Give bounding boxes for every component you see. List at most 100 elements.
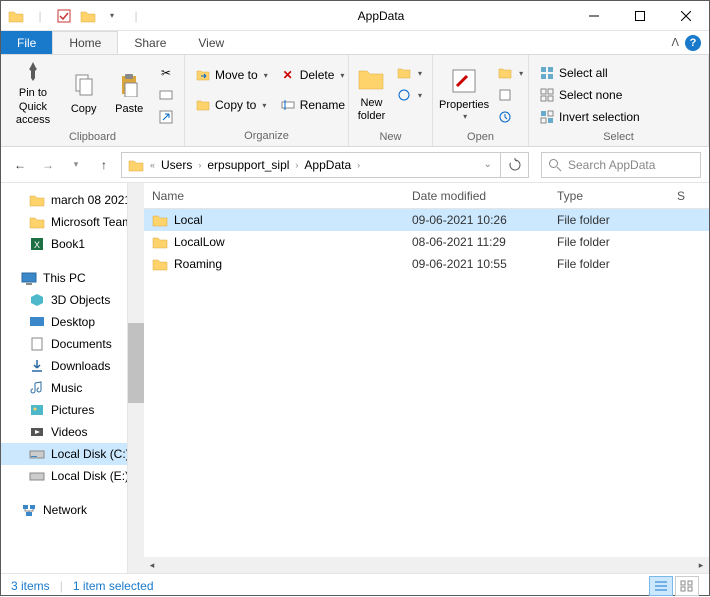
qat-separator: | xyxy=(125,5,147,27)
scroll-right-button[interactable]: ▸ xyxy=(693,557,709,573)
easy-access-icon xyxy=(396,87,412,103)
close-button[interactable] xyxy=(663,1,709,31)
search-input[interactable]: Search AppData xyxy=(541,152,701,178)
file-type: File folder xyxy=(549,213,669,227)
file-list[interactable]: Name Date modified Type S Local09-06-202… xyxy=(144,183,709,557)
collapse-ribbon-icon[interactable]: ᐱ xyxy=(671,36,679,49)
file-row[interactable]: LocalLow08-06-2021 11:29File folder xyxy=(144,231,709,253)
folder-icon xyxy=(5,5,27,27)
videos-icon xyxy=(29,424,45,440)
tab-view[interactable]: View xyxy=(182,31,240,54)
tab-share[interactable]: Share xyxy=(118,31,182,54)
properties-button[interactable]: Properties▾ xyxy=(439,59,489,127)
sidebar-item-documents[interactable]: Documents xyxy=(1,333,127,355)
history-button[interactable] xyxy=(493,107,527,127)
move-to-button[interactable]: Move to▾ xyxy=(191,65,272,85)
file-row[interactable]: Roaming09-06-2021 10:55File folder xyxy=(144,253,709,275)
file-date: 08-06-2021 11:29 xyxy=(404,235,549,249)
sidebar-item-videos[interactable]: Videos xyxy=(1,421,127,443)
sidebar-scrollbar[interactable] xyxy=(128,183,144,573)
horizontal-scrollbar[interactable]: ◂ ▸ xyxy=(144,557,709,573)
window-title: AppData xyxy=(151,9,571,23)
sidebar-item-thispc[interactable]: This PC xyxy=(1,267,127,289)
sidebar-item-downloads[interactable]: Downloads xyxy=(1,355,127,377)
sidebar-item-network[interactable]: Network xyxy=(1,499,127,521)
invert-selection-button[interactable]: Invert selection xyxy=(535,107,644,127)
file-type: File folder xyxy=(549,257,669,271)
delete-button[interactable]: ✕Delete▾ xyxy=(276,65,349,85)
rename-button[interactable]: Rename xyxy=(276,95,349,115)
breadcrumb-appdata[interactable]: AppData xyxy=(300,158,355,172)
open-button[interactable]: ▾ xyxy=(493,63,527,83)
pin-quick-access-button[interactable]: Pin to Quick access xyxy=(7,59,59,127)
up-button[interactable]: ↑ xyxy=(93,154,115,176)
new-folder-button[interactable]: New folder xyxy=(355,59,388,127)
sidebar-item-local-disk-c[interactable]: Local Disk (C:) xyxy=(1,443,127,465)
file-row[interactable]: Local09-06-2021 10:26File folder xyxy=(144,209,709,231)
select-none-icon xyxy=(539,87,555,103)
paste-button[interactable]: Paste xyxy=(108,59,150,127)
group-label: Open xyxy=(433,131,528,146)
new-item-icon xyxy=(396,65,412,81)
address-history-dropdown[interactable]: ⌄ xyxy=(478,159,498,170)
sidebar-item-pictures[interactable]: Pictures xyxy=(1,399,127,421)
copy-path-button[interactable] xyxy=(154,85,178,105)
navigation-pane[interactable]: march 08 2021 Microsoft Teams XBook1 Thi… xyxy=(1,183,128,573)
file-type: File folder xyxy=(549,235,669,249)
select-none-button[interactable]: Select none xyxy=(535,85,644,105)
tab-home[interactable]: Home xyxy=(52,31,118,54)
paste-icon xyxy=(113,69,145,101)
column-name[interactable]: Name xyxy=(144,189,404,203)
help-icon[interactable]: ? xyxy=(685,35,701,51)
refresh-button[interactable] xyxy=(501,152,529,178)
sidebar-item-3dobjects[interactable]: 3D Objects xyxy=(1,289,127,311)
breadcrumb-user[interactable]: erpsupport_sipl xyxy=(203,158,293,172)
address-bar[interactable]: « Users › erpsupport_sipl › AppData › ⌄ xyxy=(121,152,501,178)
forward-button[interactable]: → xyxy=(37,154,59,176)
column-type[interactable]: Type xyxy=(549,189,669,203)
easy-access-button[interactable]: ▾ xyxy=(392,85,426,105)
sidebar-item-folder[interactable]: Microsoft Teams xyxy=(1,211,127,233)
documents-icon xyxy=(29,336,45,352)
drive-icon xyxy=(29,446,45,462)
column-date[interactable]: Date modified xyxy=(404,189,549,203)
sidebar-item-desktop[interactable]: Desktop xyxy=(1,311,127,333)
cut-button[interactable]: ✂ xyxy=(154,63,178,83)
file-name: Local xyxy=(174,213,203,227)
properties-icon xyxy=(448,65,480,97)
scroll-left-button[interactable]: ◂ xyxy=(144,557,160,573)
breadcrumb-users[interactable]: Users xyxy=(157,158,196,172)
recent-dropdown[interactable]: ▾ xyxy=(65,154,87,176)
open-icon xyxy=(497,65,513,81)
sidebar-item-file[interactable]: XBook1 xyxy=(1,233,127,255)
details-view-button[interactable] xyxy=(649,576,673,596)
column-size[interactable]: S xyxy=(669,189,709,203)
minimize-button[interactable] xyxy=(571,1,617,31)
paste-shortcut-button[interactable] xyxy=(154,107,178,127)
tab-file[interactable]: File xyxy=(1,31,52,54)
edit-button[interactable] xyxy=(493,85,527,105)
sidebar-item-local-disk-e[interactable]: Local Disk (E:) xyxy=(1,465,127,487)
column-headers[interactable]: Name Date modified Type S xyxy=(144,183,709,209)
back-button[interactable]: ← xyxy=(9,154,31,176)
copy-icon xyxy=(68,69,100,101)
search-icon xyxy=(548,158,562,172)
copy-button[interactable]: Copy xyxy=(63,59,105,127)
new-item-button[interactable]: ▾ xyxy=(392,63,426,83)
maximize-button[interactable] xyxy=(617,1,663,31)
group-label: New xyxy=(349,131,432,146)
sidebar-item-folder[interactable]: march 08 2021 xyxy=(1,189,127,211)
scissors-icon: ✂ xyxy=(158,65,174,81)
checkbox-icon[interactable] xyxy=(53,5,75,27)
copy-to-button[interactable]: Copy to▾ xyxy=(191,95,272,115)
navigation-bar: ← → ▾ ↑ « Users › erpsupport_sipl › AppD… xyxy=(1,147,709,183)
qat-dropdown[interactable]: ▾ xyxy=(101,5,123,27)
folder-icon xyxy=(29,192,45,208)
select-all-icon xyxy=(539,65,555,81)
icons-view-button[interactable] xyxy=(675,576,699,596)
folder-icon xyxy=(29,214,45,230)
select-all-button[interactable]: Select all xyxy=(535,63,644,83)
ribbon: Pin to Quick access Copy Paste ✂ Clipboa… xyxy=(1,55,709,147)
sidebar-item-music[interactable]: Music xyxy=(1,377,127,399)
status-item-count: 3 items xyxy=(11,579,50,593)
